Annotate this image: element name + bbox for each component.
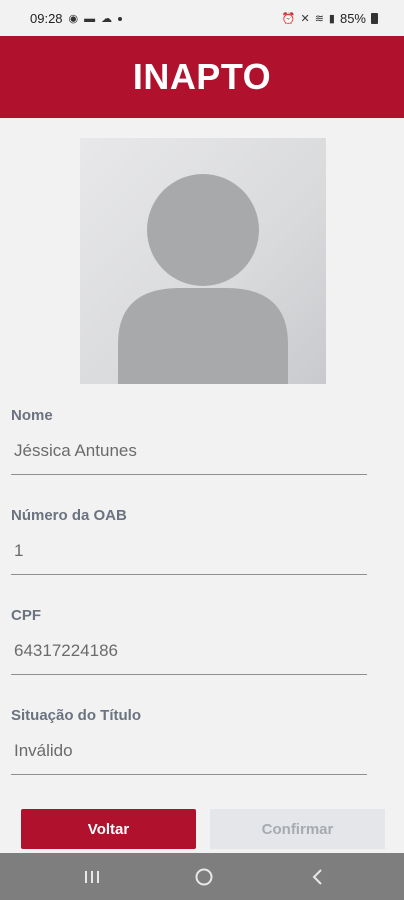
home-icon[interactable] [194, 867, 214, 887]
field-label-situacao: Situação do Título [11, 707, 141, 724]
field-cpf: CPF 64317224186 [11, 607, 367, 675]
mute-icon: ✕ [300, 12, 310, 25]
dash-icon: ▬ [84, 12, 96, 25]
field-underline [11, 774, 367, 775]
header-bar: INAPTO [0, 36, 404, 118]
field-underline [11, 674, 367, 675]
status-bar: 09:28 ◉ ▬ ☁ ⏰ ✕ ≋ ▮ 85% [0, 0, 404, 36]
battery-percent: 85% [339, 11, 366, 26]
recent-apps-icon[interactable] [82, 867, 102, 887]
field-label-nome: Nome [11, 407, 53, 424]
field-situacao: Situação do Título Inválido [11, 707, 367, 775]
back-button[interactable]: Voltar [21, 809, 196, 849]
system-nav-bar [0, 853, 404, 900]
avatar-placeholder-icon [118, 174, 288, 384]
field-value-nome: Jéssica Antunes [14, 441, 137, 460]
cloud-icon: ☁ [101, 12, 113, 25]
field-oab: Número da OAB 1 [11, 507, 367, 575]
status-title: INAPTO [132, 56, 272, 97]
field-value-cpf: 64317224186 [14, 641, 119, 660]
messenger-icon: ◉ [68, 12, 79, 25]
field-value-situacao: Inválido [14, 741, 73, 760]
confirm-button[interactable]: Confirmar [210, 809, 385, 849]
status-time: 09:28 [30, 11, 63, 26]
field-underline [11, 474, 367, 475]
field-value-oab: 1 [14, 541, 24, 560]
notification-dot-icon [118, 16, 123, 21]
field-label-cpf: CPF [11, 607, 41, 624]
field-label-oab: Número da OAB [11, 507, 127, 524]
signal-icon: ▮ [328, 12, 335, 25]
battery-icon [371, 13, 378, 24]
wifi-icon: ≋ [314, 12, 324, 25]
field-underline [11, 574, 367, 575]
profile-photo [80, 138, 326, 384]
back-nav-icon[interactable] [308, 867, 328, 887]
field-nome: Nome Jéssica Antunes [11, 407, 367, 475]
alarm-icon: ⏰ [281, 12, 296, 25]
